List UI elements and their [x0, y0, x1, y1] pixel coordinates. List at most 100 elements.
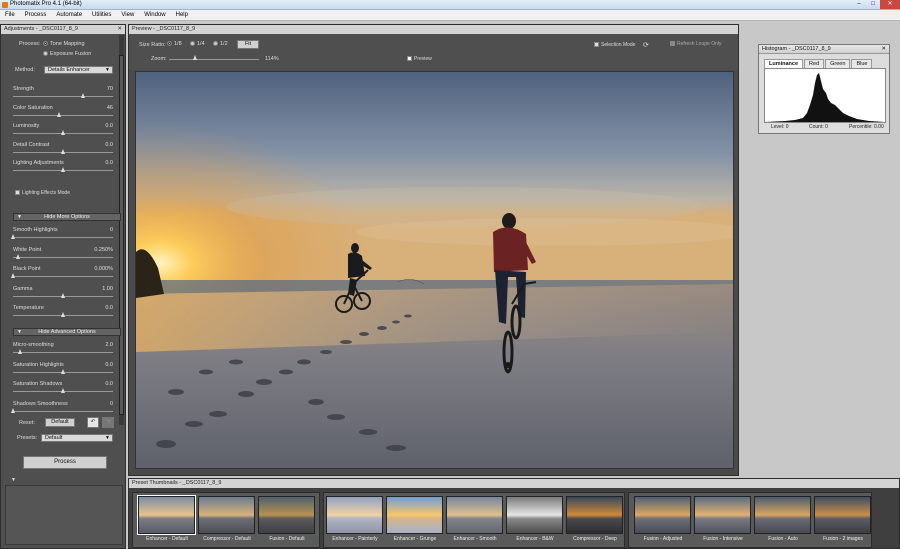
thumbnail-enhancer-b-w[interactable]: [506, 496, 563, 534]
zoom-slider[interactable]: [169, 59, 259, 60]
slider-track[interactable]: [13, 276, 113, 277]
slider-knob[interactable]: [10, 234, 15, 239]
adjustments-scrollbar[interactable]: [119, 35, 124, 425]
slider-knob[interactable]: [15, 253, 20, 259]
thumbnail-fusion-2-images[interactable]: [814, 496, 871, 534]
slider-knob[interactable]: [60, 388, 65, 393]
preview-checkbox[interactable]: Preview: [407, 56, 432, 62]
slider-knob[interactable]: [60, 292, 65, 298]
thumbnail-compressor-default[interactable]: [198, 496, 255, 534]
maximize-button[interactable]: □: [866, 0, 880, 9]
histogram-graph: [764, 68, 886, 123]
thumbnail-enhancer-default[interactable]: [137, 495, 196, 535]
slider-label: White Point: [13, 246, 42, 253]
menu-window[interactable]: Window: [139, 10, 170, 20]
triangle-down-icon: ▼: [17, 214, 22, 220]
slider-white-point[interactable]: White Point 0.250%: [13, 247, 113, 264]
process-button[interactable]: Process: [23, 456, 107, 469]
slider-color-saturation[interactable]: Color Saturation 46: [13, 105, 113, 122]
slider-knob[interactable]: [60, 167, 65, 172]
slider-value: 70: [106, 86, 113, 92]
slider-smooth-highlights[interactable]: Smooth Highlights 0: [10, 227, 113, 244]
menu-view[interactable]: View: [116, 10, 139, 20]
thumbnail-label: Enhancer - Default: [146, 536, 188, 542]
slider-knob[interactable]: [17, 349, 22, 354]
fit-button[interactable]: Fit: [237, 40, 259, 49]
menu-help[interactable]: Help: [171, 10, 193, 20]
thumbnail-enhancer-painterly[interactable]: [326, 496, 383, 534]
slider-knob[interactable]: [60, 130, 65, 135]
redo-button[interactable]: ↷: [102, 417, 114, 428]
slider-value: 0.0: [105, 305, 113, 311]
thumbnail-enhancer-smooth[interactable]: [446, 496, 503, 534]
radio-exposure-fusion[interactable]: Exposure Fusion: [43, 51, 91, 57]
menu-file[interactable]: File: [0, 10, 20, 20]
size-ratio-1-2[interactable]: 1/2: [213, 41, 228, 47]
collapse-arrow-icon[interactable]: ▼: [11, 477, 16, 483]
radio-tone-mapping[interactable]: Tone Mapping: [43, 41, 85, 47]
slider-knob[interactable]: [60, 148, 65, 154]
chevron-down-icon: ▼: [105, 435, 110, 441]
slider-saturation-shadows[interactable]: Saturation Shadows 0.0: [13, 381, 113, 398]
close-icon[interactable]: ✕: [881, 45, 886, 54]
slider-knob[interactable]: [60, 312, 65, 317]
thumbnail-enhancer-grunge[interactable]: [386, 496, 443, 534]
slider-track[interactable]: [13, 256, 113, 258]
thumbnail-fusion-auto[interactable]: [754, 496, 811, 534]
slider-track[interactable]: [13, 352, 113, 353]
slider-saturation-highlights[interactable]: Saturation Highlights 0.0: [13, 362, 113, 379]
close-button[interactable]: ✕: [880, 0, 900, 9]
size-ratio-label: Size Ratio:: [139, 42, 166, 48]
menu-automate[interactable]: Automate: [51, 10, 87, 20]
slider-detail-contrast[interactable]: Detail Contrast 0.0: [13, 142, 113, 159]
slider-micro-smoothing[interactable]: Micro-smoothing 2.0: [13, 342, 113, 359]
slider-track[interactable]: [13, 237, 113, 238]
reset-default-button[interactable]: Default: [45, 418, 75, 427]
slider-strength[interactable]: Strength 70: [13, 86, 113, 103]
zoom-knob[interactable]: [193, 55, 197, 60]
thumbnail-compressor-deep[interactable]: [566, 496, 623, 534]
slider-knob[interactable]: [10, 407, 15, 413]
method-dropdown[interactable]: Details Enhancer ▼: [44, 66, 113, 74]
thumbnail-label: Fusion - Intensive: [703, 536, 743, 542]
thumbnail-fusion-default[interactable]: [258, 496, 315, 534]
refresh-loupe-checkbox[interactable]: Refresh Loupe Only: [670, 41, 721, 47]
hide-more-options-button[interactable]: ▼ Hide More Options: [13, 213, 121, 221]
presets-dropdown[interactable]: Default ▼: [41, 434, 113, 442]
slider-knob[interactable]: [10, 273, 15, 278]
slider-luminosity[interactable]: Luminosity 0.0: [13, 123, 113, 140]
slider-label: Smooth Highlights: [13, 227, 58, 233]
refresh-icon[interactable]: ⟳: [643, 41, 649, 49]
slider-lighting-adjustments[interactable]: Lighting Adjustments 0.0: [13, 160, 113, 177]
lighting-effects-checkbox[interactable]: Lighting Effects Mode: [15, 190, 70, 196]
thumbnail-label: Enhancer - Smooth: [453, 536, 497, 542]
slider-temperature[interactable]: Temperature 0.0: [13, 305, 113, 322]
slider-shadows-smoothness[interactable]: Shadows Smoothness 0: [10, 401, 113, 418]
app-icon: [2, 2, 8, 8]
slider-value: 0.0: [105, 160, 113, 166]
close-icon[interactable]: ✕: [117, 25, 122, 34]
menu-utilities[interactable]: Utilities: [87, 10, 116, 20]
undo-icon: ↶: [90, 419, 96, 425]
radio-icon: [43, 51, 48, 57]
histogram-level: Level: 0: [771, 124, 789, 130]
hide-advanced-options-button[interactable]: ▼ Hide Advanced Options: [13, 328, 121, 336]
selection-mode-checkbox[interactable]: Selection Mode: [594, 42, 635, 48]
minimize-button[interactable]: –: [852, 0, 866, 9]
preview-image[interactable]: [135, 71, 734, 469]
slider-gamma[interactable]: Gamma 1.00: [13, 286, 113, 303]
slider-black-point[interactable]: Black Point 0.000%: [10, 266, 113, 283]
menu-process[interactable]: Process: [20, 10, 52, 20]
thumbnail-fusion-intensive[interactable]: [694, 496, 751, 534]
slider-knob[interactable]: [80, 93, 85, 98]
presets-label: Presets:: [17, 435, 38, 441]
slider-track[interactable]: [13, 114, 113, 116]
slider-knob[interactable]: [60, 368, 65, 374]
size-ratio-1-8[interactable]: 1/8: [167, 41, 182, 47]
slider-knob[interactable]: [56, 111, 61, 117]
thumbnail-fusion-adjusted[interactable]: [634, 496, 691, 534]
undo-button[interactable]: ↶: [87, 417, 99, 428]
slider-track[interactable]: [13, 96, 113, 97]
slider-track[interactable]: [13, 410, 113, 412]
size-ratio-1-4[interactable]: 1/4: [190, 41, 205, 47]
